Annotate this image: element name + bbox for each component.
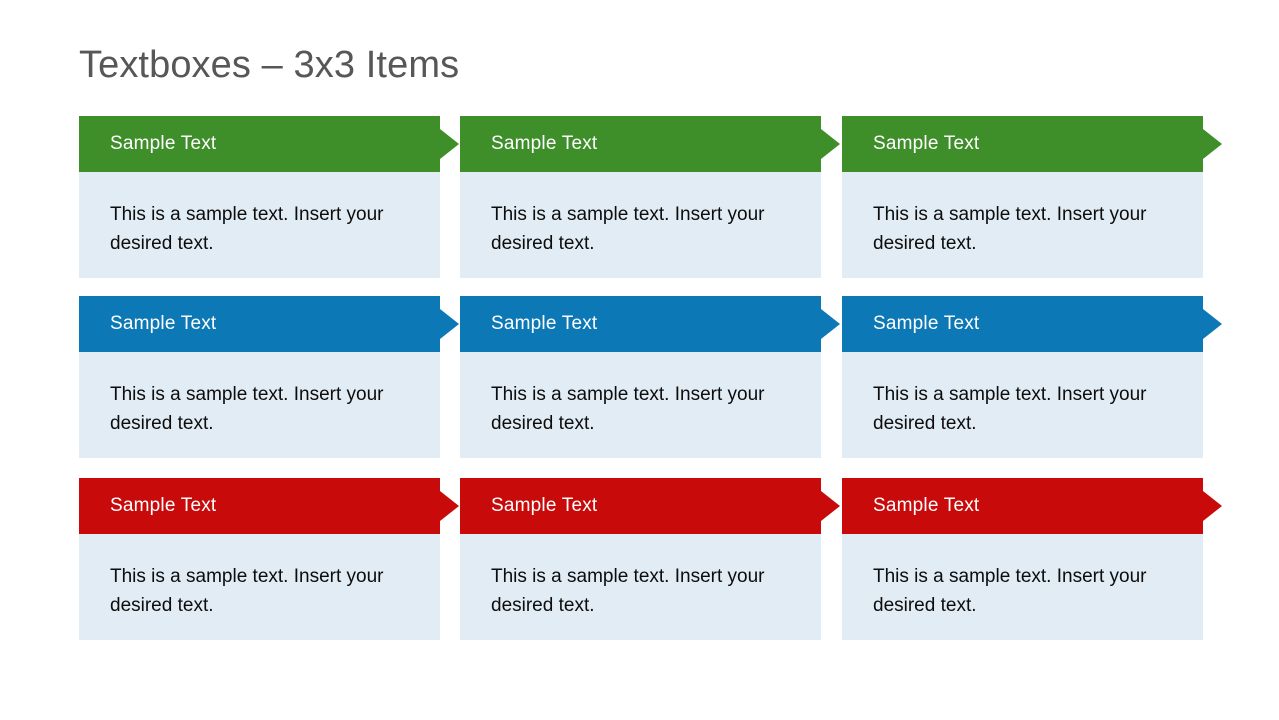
arrow-right-icon (1203, 129, 1222, 159)
card[interactable]: Sample Text This is a sample text. Insert… (460, 296, 841, 458)
card-heading: Sample Text (873, 313, 980, 334)
card-heading: Sample Text (873, 495, 980, 516)
arrow-right-icon (1203, 309, 1222, 339)
card-body: This is a sample text. Insert your desir… (460, 352, 821, 458)
card-heading: Sample Text (110, 313, 217, 334)
card-header[interactable]: Sample Text (460, 478, 821, 534)
card-heading: Sample Text (491, 495, 598, 516)
card-header[interactable]: Sample Text (460, 296, 821, 352)
card-heading: Sample Text (873, 133, 980, 154)
card-body-text: This is a sample text. Insert your desir… (110, 204, 384, 254)
card-body-text: This is a sample text. Insert your desir… (873, 566, 1147, 616)
card-header[interactable]: Sample Text (842, 478, 1203, 534)
card-body: This is a sample text. Insert your desir… (79, 172, 440, 278)
card-header[interactable]: Sample Text (842, 116, 1203, 172)
card-body-text: This is a sample text. Insert your desir… (491, 566, 765, 616)
card-body-text: This is a sample text. Insert your desir… (110, 566, 384, 616)
card[interactable]: Sample Text This is a sample text. Insert… (460, 478, 841, 640)
card-body-text: This is a sample text. Insert your desir… (110, 384, 384, 434)
slide-canvas: Textboxes – 3x3 Items Sample Text This is… (0, 0, 1279, 720)
card-body: This is a sample text. Insert your desir… (460, 534, 821, 640)
arrow-right-icon (440, 491, 459, 521)
card-header[interactable]: Sample Text (79, 116, 440, 172)
card-body: This is a sample text. Insert your desir… (460, 172, 821, 278)
card[interactable]: Sample Text This is a sample text. Insert… (460, 116, 841, 278)
card-body-text: This is a sample text. Insert your desir… (873, 204, 1147, 254)
card-body-text: This is a sample text. Insert your desir… (491, 204, 765, 254)
card-heading: Sample Text (110, 133, 217, 154)
card[interactable]: Sample Text This is a sample text. Insert… (842, 116, 1223, 278)
card-body: This is a sample text. Insert your desir… (842, 352, 1203, 458)
card-heading: Sample Text (491, 133, 598, 154)
card[interactable]: Sample Text This is a sample text. Insert… (79, 478, 460, 640)
card-body: This is a sample text. Insert your desir… (79, 352, 440, 458)
card-body-text: This is a sample text. Insert your desir… (873, 384, 1147, 434)
page-title: Textboxes – 3x3 Items (79, 44, 460, 86)
card-body-text: This is a sample text. Insert your desir… (491, 384, 765, 434)
card-header[interactable]: Sample Text (79, 296, 440, 352)
card[interactable]: Sample Text This is a sample text. Insert… (79, 116, 460, 278)
arrow-right-icon (821, 309, 840, 339)
arrow-right-icon (1203, 491, 1222, 521)
card-heading: Sample Text (110, 495, 217, 516)
arrow-right-icon (821, 491, 840, 521)
card-header[interactable]: Sample Text (79, 478, 440, 534)
card-header[interactable]: Sample Text (842, 296, 1203, 352)
card-heading: Sample Text (491, 313, 598, 334)
card-grid: Sample Text This is a sample text. Insert… (79, 116, 1224, 644)
card[interactable]: Sample Text This is a sample text. Insert… (842, 478, 1223, 640)
card[interactable]: Sample Text This is a sample text. Insert… (842, 296, 1223, 458)
arrow-right-icon (821, 129, 840, 159)
card-header[interactable]: Sample Text (460, 116, 821, 172)
arrow-right-icon (440, 309, 459, 339)
card-body: This is a sample text. Insert your desir… (842, 172, 1203, 278)
card-body: This is a sample text. Insert your desir… (79, 534, 440, 640)
arrow-right-icon (440, 129, 459, 159)
card[interactable]: Sample Text This is a sample text. Insert… (79, 296, 460, 458)
card-body: This is a sample text. Insert your desir… (842, 534, 1203, 640)
